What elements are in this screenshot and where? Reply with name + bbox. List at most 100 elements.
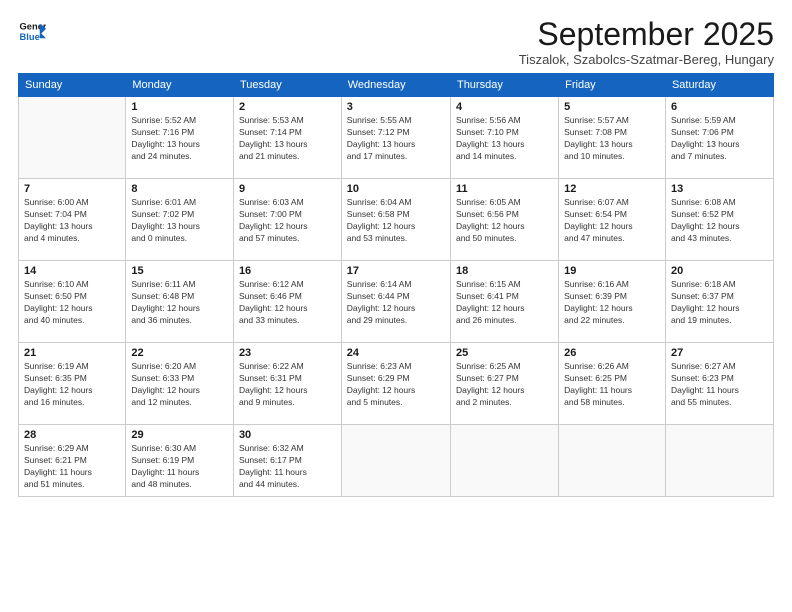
day-number: 14 [24, 265, 120, 277]
day-info: Sunrise: 6:10 AMSunset: 6:50 PMDaylight:… [24, 279, 120, 327]
table-row: 20 Sunrise: 6:18 AMSunset: 6:37 PMDayligh… [665, 261, 773, 343]
day-info: Sunrise: 6:26 AMSunset: 6:25 PMDaylight:… [564, 361, 660, 409]
table-row: 15 Sunrise: 6:11 AMSunset: 6:48 PMDayligh… [126, 261, 234, 343]
day-info: Sunrise: 6:15 AMSunset: 6:41 PMDaylight:… [456, 279, 553, 327]
table-row: 21 Sunrise: 6:19 AMSunset: 6:35 PMDayligh… [19, 343, 126, 425]
col-saturday: Saturday [665, 74, 773, 97]
day-number: 20 [671, 265, 768, 277]
table-row [19, 97, 126, 179]
table-row: 24 Sunrise: 6:23 AMSunset: 6:29 PMDayligh… [341, 343, 450, 425]
col-friday: Friday [559, 74, 666, 97]
day-info: Sunrise: 6:23 AMSunset: 6:29 PMDaylight:… [347, 361, 445, 409]
day-info: Sunrise: 6:03 AMSunset: 7:00 PMDaylight:… [239, 197, 336, 245]
day-info: Sunrise: 6:08 AMSunset: 6:52 PMDaylight:… [671, 197, 768, 245]
day-number: 18 [456, 265, 553, 277]
table-row: 22 Sunrise: 6:20 AMSunset: 6:33 PMDayligh… [126, 343, 234, 425]
title-section: September 2025 Tiszalok, Szabolcs-Szatma… [519, 18, 774, 67]
day-info: Sunrise: 6:16 AMSunset: 6:39 PMDaylight:… [564, 279, 660, 327]
table-row [665, 425, 773, 497]
day-number: 21 [24, 347, 120, 359]
day-number: 6 [671, 101, 768, 113]
table-row: 23 Sunrise: 6:22 AMSunset: 6:31 PMDayligh… [233, 343, 341, 425]
day-info: Sunrise: 6:29 AMSunset: 6:21 PMDaylight:… [24, 443, 120, 491]
day-info: Sunrise: 5:59 AMSunset: 7:06 PMDaylight:… [671, 115, 768, 163]
table-row: 26 Sunrise: 6:26 AMSunset: 6:25 PMDayligh… [559, 343, 666, 425]
col-monday: Monday [126, 74, 234, 97]
day-number: 13 [671, 183, 768, 195]
table-row [341, 425, 450, 497]
day-number: 9 [239, 183, 336, 195]
day-number: 22 [131, 347, 228, 359]
table-row: 17 Sunrise: 6:14 AMSunset: 6:44 PMDayligh… [341, 261, 450, 343]
header: General Blue September 2025 Tiszalok, Sz… [18, 18, 774, 67]
table-row: 7Sunrise: 6:00 AMSunset: 7:04 PMDaylight… [19, 179, 126, 261]
day-number: 3 [347, 101, 445, 113]
table-row: 30 Sunrise: 6:32 AMSunset: 6:17 PMDayligh… [233, 425, 341, 497]
day-info: Sunrise: 6:07 AMSunset: 6:54 PMDaylight:… [564, 197, 660, 245]
day-number: 4 [456, 101, 553, 113]
day-info: Sunrise: 5:55 AMSunset: 7:12 PMDaylight:… [347, 115, 445, 163]
day-info: Sunrise: 6:11 AMSunset: 6:48 PMDaylight:… [131, 279, 228, 327]
day-info: Sunrise: 5:52 AMSunset: 7:16 PMDaylight:… [131, 115, 228, 163]
col-sunday: Sunday [19, 74, 126, 97]
day-number: 11 [456, 183, 553, 195]
table-row [450, 425, 558, 497]
day-info: Sunrise: 6:20 AMSunset: 6:33 PMDaylight:… [131, 361, 228, 409]
day-number: 25 [456, 347, 553, 359]
day-number: 27 [671, 347, 768, 359]
day-number: 30 [239, 429, 336, 441]
calendar-header-row: Sunday Monday Tuesday Wednesday Thursday… [19, 74, 774, 97]
day-number: 16 [239, 265, 336, 277]
table-row: 2 Sunrise: 5:53 AMSunset: 7:14 PMDaylight… [233, 97, 341, 179]
logo-icon: General Blue [18, 18, 46, 46]
table-row: 5 Sunrise: 5:57 AMSunset: 7:08 PMDaylight… [559, 97, 666, 179]
day-number: 15 [131, 265, 228, 277]
day-info: Sunrise: 6:14 AMSunset: 6:44 PMDaylight:… [347, 279, 445, 327]
table-row: 19 Sunrise: 6:16 AMSunset: 6:39 PMDayligh… [559, 261, 666, 343]
day-info: Sunrise: 6:18 AMSunset: 6:37 PMDaylight:… [671, 279, 768, 327]
day-number: 29 [131, 429, 228, 441]
day-number: 26 [564, 347, 660, 359]
col-wednesday: Wednesday [341, 74, 450, 97]
location: Tiszalok, Szabolcs-Szatmar-Bereg, Hungar… [519, 52, 774, 67]
day-info: Sunrise: 5:53 AMSunset: 7:14 PMDaylight:… [239, 115, 336, 163]
day-number: 19 [564, 265, 660, 277]
day-number: 5 [564, 101, 660, 113]
day-number: 7 [24, 183, 120, 195]
table-row: 6 Sunrise: 5:59 AMSunset: 7:06 PMDaylight… [665, 97, 773, 179]
day-info: Sunrise: 5:57 AMSunset: 7:08 PMDaylight:… [564, 115, 660, 163]
logo: General Blue [18, 18, 46, 46]
calendar-table: Sunday Monday Tuesday Wednesday Thursday… [18, 73, 774, 497]
col-tuesday: Tuesday [233, 74, 341, 97]
table-row: 8 Sunrise: 6:01 AMSunset: 7:02 PMDaylight… [126, 179, 234, 261]
day-number: 12 [564, 183, 660, 195]
day-info: Sunrise: 6:30 AMSunset: 6:19 PMDaylight:… [131, 443, 228, 491]
day-number: 23 [239, 347, 336, 359]
day-number: 8 [131, 183, 228, 195]
day-info: Sunrise: 6:05 AMSunset: 6:56 PMDaylight:… [456, 197, 553, 245]
table-row: 4 Sunrise: 5:56 AMSunset: 7:10 PMDaylight… [450, 97, 558, 179]
table-row: 25 Sunrise: 6:25 AMSunset: 6:27 PMDayligh… [450, 343, 558, 425]
table-row: 9 Sunrise: 6:03 AMSunset: 7:00 PMDaylight… [233, 179, 341, 261]
day-number: 24 [347, 347, 445, 359]
table-row: 3 Sunrise: 5:55 AMSunset: 7:12 PMDaylight… [341, 97, 450, 179]
svg-text:Blue: Blue [20, 32, 40, 42]
day-info: Sunrise: 6:25 AMSunset: 6:27 PMDaylight:… [456, 361, 553, 409]
day-number: 17 [347, 265, 445, 277]
day-number: 2 [239, 101, 336, 113]
day-info: Sunrise: 5:56 AMSunset: 7:10 PMDaylight:… [456, 115, 553, 163]
table-row: 28Sunrise: 6:29 AMSunset: 6:21 PMDayligh… [19, 425, 126, 497]
day-info: Sunrise: 6:32 AMSunset: 6:17 PMDaylight:… [239, 443, 336, 491]
day-info: Sunrise: 6:19 AMSunset: 6:35 PMDaylight:… [24, 361, 120, 409]
month-title: September 2025 [519, 18, 774, 50]
day-number: 10 [347, 183, 445, 195]
table-row: 29 Sunrise: 6:30 AMSunset: 6:19 PMDayligh… [126, 425, 234, 497]
table-row: 14 Sunrise: 6:10 AMSunset: 6:50 PMDayligh… [19, 261, 126, 343]
table-row: 18 Sunrise: 6:15 AMSunset: 6:41 PMDayligh… [450, 261, 558, 343]
day-info: Sunrise: 6:01 AMSunset: 7:02 PMDaylight:… [131, 197, 228, 245]
day-info: Sunrise: 6:27 AMSunset: 6:23 PMDaylight:… [671, 361, 768, 409]
table-row: 16 Sunrise: 6:12 AMSunset: 6:46 PMDayligh… [233, 261, 341, 343]
day-info: Sunrise: 6:22 AMSunset: 6:31 PMDaylight:… [239, 361, 336, 409]
table-row: 10Sunrise: 6:04 AMSunset: 6:58 PMDayligh… [341, 179, 450, 261]
day-info: Sunrise: 6:12 AMSunset: 6:46 PMDaylight:… [239, 279, 336, 327]
